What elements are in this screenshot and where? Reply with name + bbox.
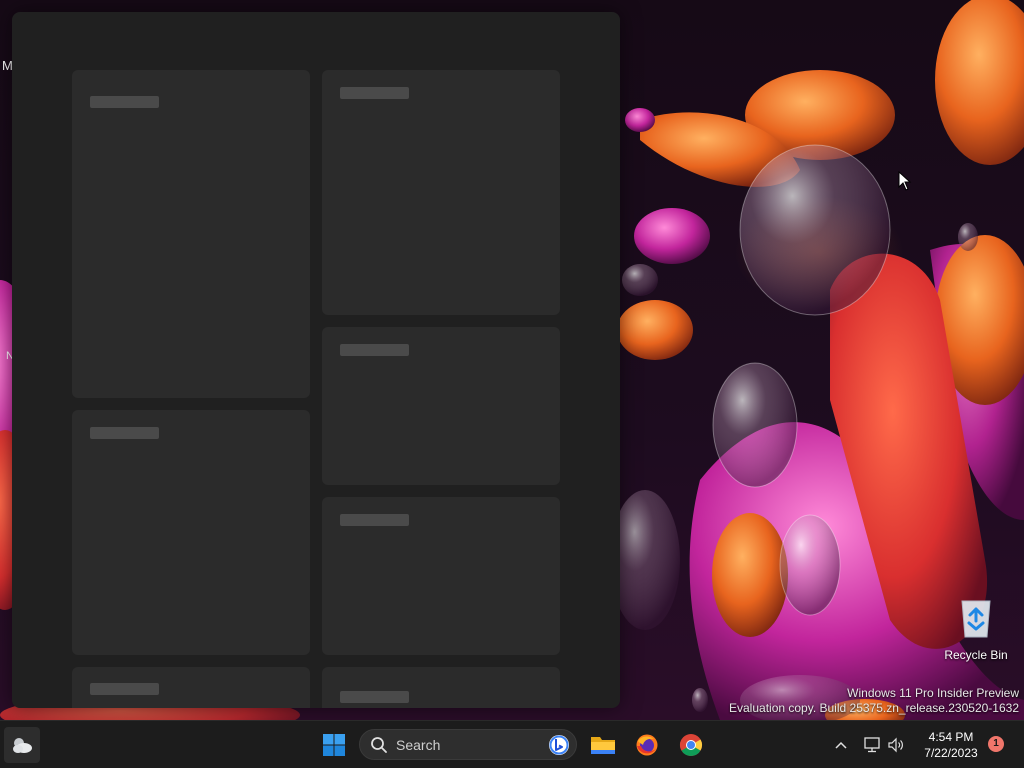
firefox-button[interactable] <box>630 727 664 763</box>
taskbar-search-box[interactable]: Search <box>359 729 577 760</box>
clock-date: 7/22/2023 <box>924 746 978 760</box>
widget-card-6[interactable] <box>72 667 310 708</box>
widgets-button[interactable] <box>4 727 40 763</box>
mouse-cursor-icon <box>898 171 912 191</box>
start-button[interactable] <box>316 727 352 763</box>
evaluation-watermark: Windows 11 Pro Insider Preview Evaluatio… <box>729 686 1019 716</box>
widget-title-placeholder <box>90 96 159 108</box>
widget-title-placeholder <box>340 514 409 526</box>
network-status-button[interactable] <box>862 727 882 763</box>
recycle-bin[interactable]: Recycle Bin <box>940 597 1012 662</box>
widget-card-4[interactable] <box>72 410 310 655</box>
widget-title-placeholder <box>340 344 409 356</box>
notification-badge[interactable]: 1 <box>988 736 1004 752</box>
widgets-panel <box>12 12 620 708</box>
network-icon <box>864 737 880 753</box>
widget-card-7[interactable] <box>322 667 560 708</box>
volume-icon <box>888 737 903 753</box>
weather-icon <box>13 738 32 753</box>
clock-time: 4:54 PM <box>928 730 974 744</box>
file-explorer-icon <box>591 737 615 754</box>
recycle-bin-icon <box>961 600 991 638</box>
widget-card-5[interactable] <box>322 497 560 655</box>
chrome-button[interactable] <box>674 727 708 763</box>
widget-card-2[interactable] <box>322 70 560 315</box>
watermark-line-2: Evaluation copy. Build 25375.zn_release.… <box>729 701 1019 715</box>
widget-title-placeholder <box>90 683 159 695</box>
widget-card-3[interactable] <box>322 327 560 485</box>
widget-title-placeholder <box>90 427 159 439</box>
widget-card-1[interactable] <box>72 70 310 398</box>
clock[interactable]: 4:54 PM 7/22/2023 <box>916 727 986 765</box>
taskbar: Search 4:54 PM 7/22/2023 <box>0 720 1024 768</box>
volume-button[interactable] <box>886 727 906 763</box>
widget-title-placeholder <box>340 691 409 703</box>
chrome-icon <box>680 734 702 756</box>
widget-title-placeholder <box>340 87 409 99</box>
file-explorer-button[interactable] <box>586 727 620 763</box>
recycle-bin-label: Recycle Bin <box>944 648 1008 662</box>
search-placeholder: Search <box>396 736 441 753</box>
firefox-icon <box>636 734 658 756</box>
watermark-line-1: Windows 11 Pro Insider Preview <box>847 686 1019 700</box>
bing-icon[interactable] <box>548 734 570 756</box>
show-hidden-icons-button[interactable] <box>830 727 852 763</box>
search-icon <box>371 736 387 753</box>
windows-start-icon <box>323 734 345 756</box>
chevron-up-icon <box>835 741 847 749</box>
